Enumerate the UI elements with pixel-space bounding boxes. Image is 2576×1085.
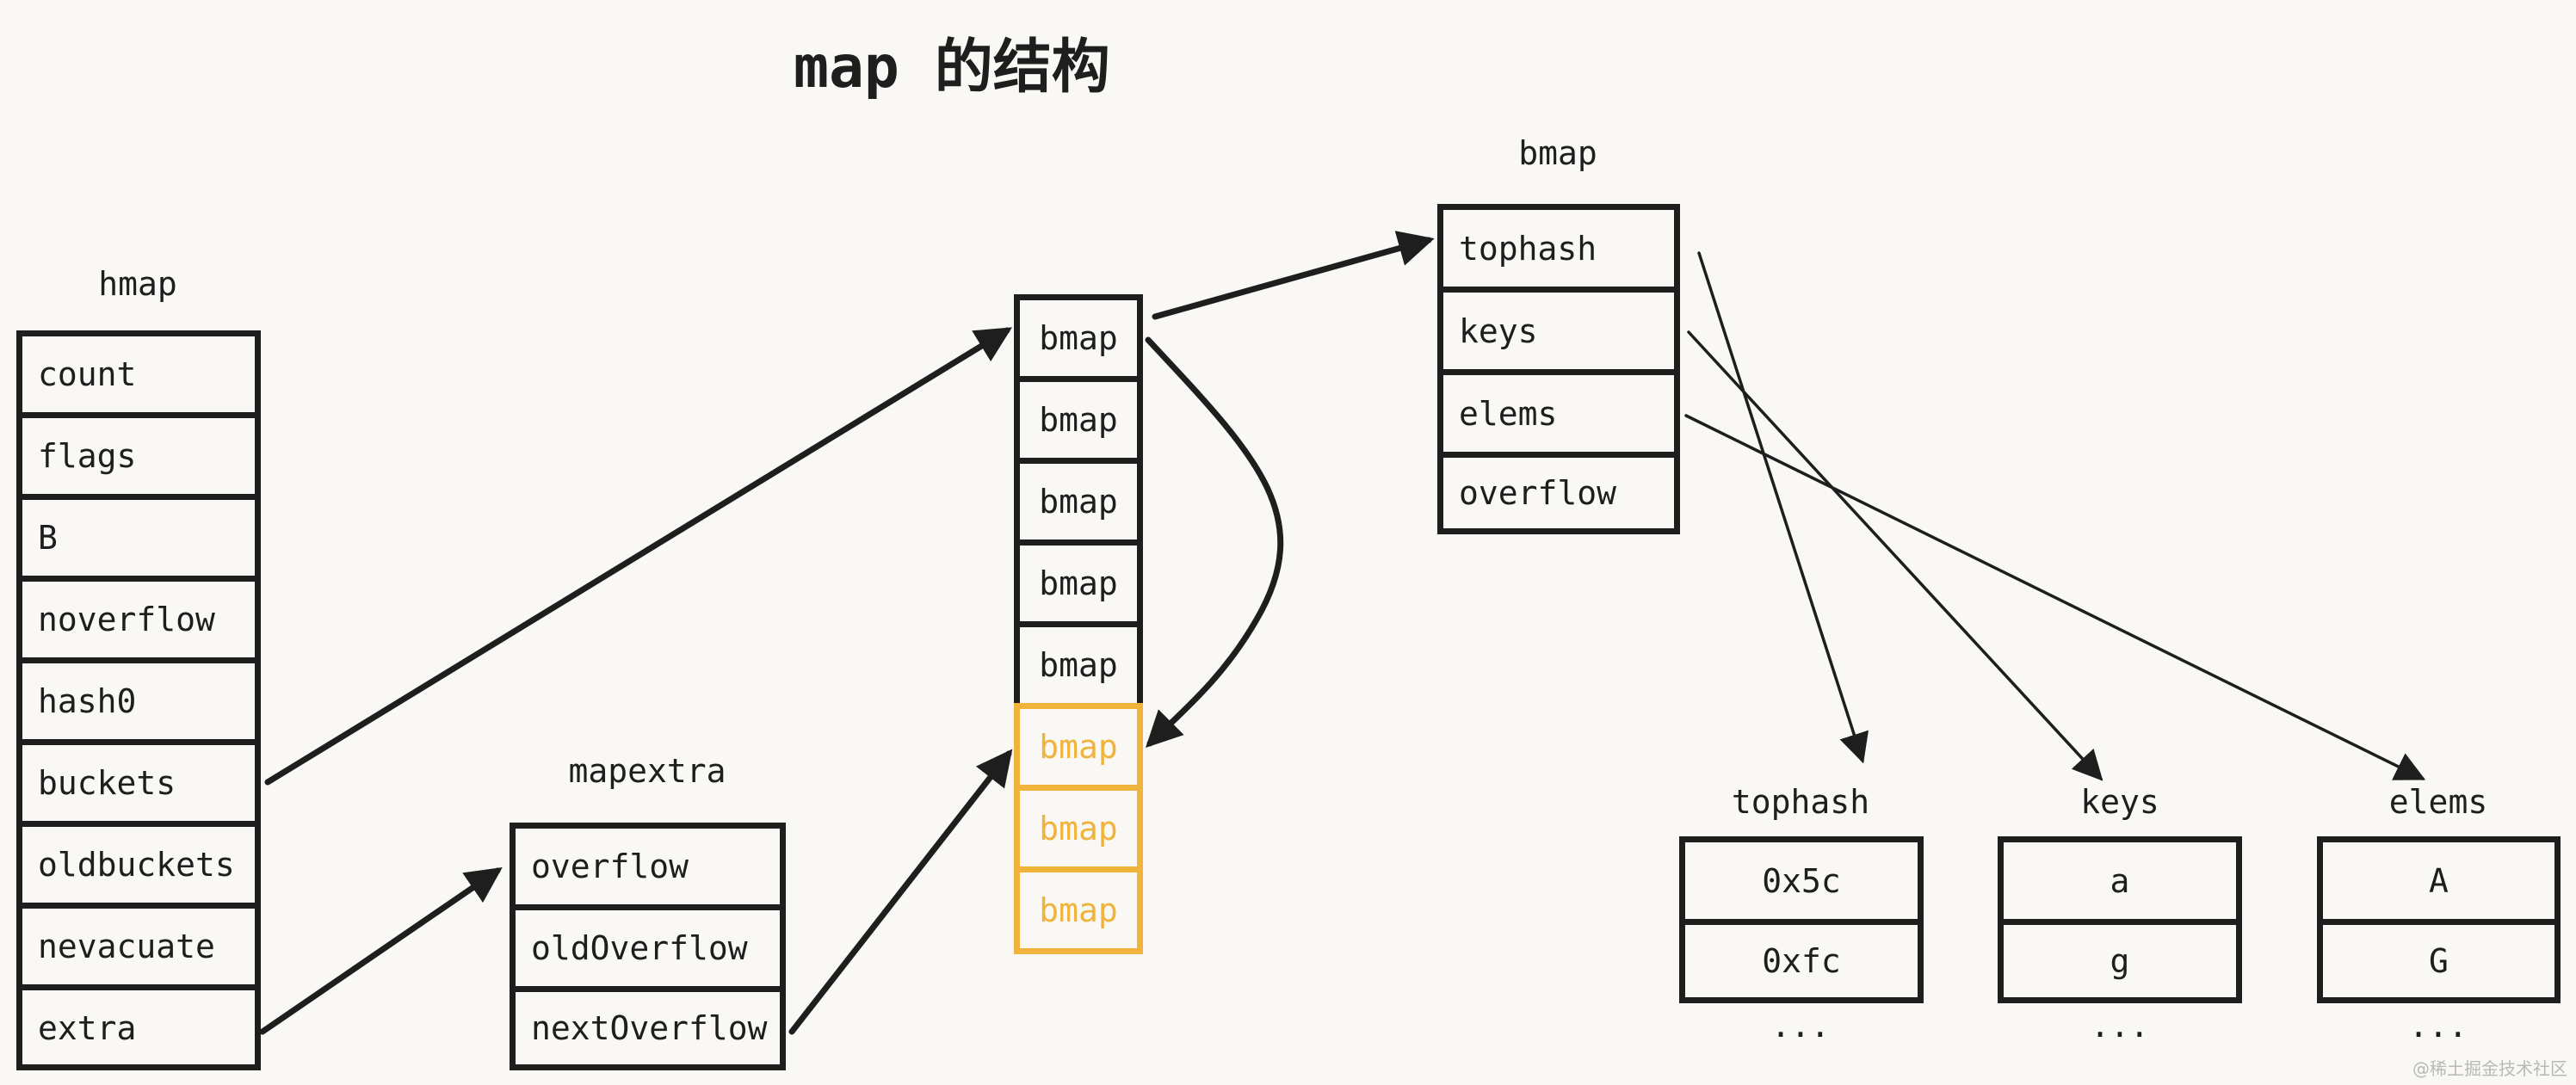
hmap-field-hash0: hash0 (22, 663, 255, 745)
arrow-nextoverflow-to-bucket (788, 749, 1013, 1035)
elems-value: G (2429, 942, 2449, 980)
bucket-cell-overflow: bmap (1014, 703, 1143, 791)
hmap-field-nevacuate: nevacuate (22, 909, 255, 990)
elems-more: ... (2408, 1007, 2468, 1045)
tophash-more: ... (1770, 1007, 1831, 1045)
arrow-elems-to-array (1684, 414, 2426, 780)
hmap-field-flags: flags (22, 418, 255, 500)
mapextra-field-nextoverflow: nextOverflow (531, 1009, 768, 1047)
bucket-cell: bmap (1014, 621, 1143, 709)
tophash-array: 0x5c 0xfc (1679, 836, 1924, 1003)
hmap-field-extra: extra (38, 1009, 137, 1047)
hmap-struct: count flags B noverflow hash0 buckets ol… (16, 330, 261, 1070)
bmap-label: bmap (1518, 134, 1597, 172)
bmap-field-tophash: tophash (1443, 210, 1674, 293)
hmap-field-count: count (22, 336, 255, 418)
hmap-field-buckets: buckets (22, 745, 255, 827)
keys-array: a g (1998, 836, 2242, 1003)
bmap-field-overflow: overflow (1459, 474, 1617, 512)
bmap-struct: tophash keys elems overflow (1437, 204, 1680, 534)
arrow-overflow-chain (1145, 336, 1284, 748)
hmap-label: hmap (98, 265, 177, 303)
bmap-field-keys: keys (1443, 293, 1674, 375)
bucket-cell: bmap (1014, 294, 1143, 382)
tophash-value: 0xfc (1762, 942, 1841, 980)
keys-value: a (2004, 842, 2236, 925)
watermark: @稀土掘金技术社区 (2412, 1058, 2567, 1079)
hmap-field-oldbuckets: oldbuckets (22, 827, 255, 909)
elems-array-label: elems (2388, 783, 2488, 821)
mapextra-field-oldoverflow: oldOverflow (516, 910, 780, 992)
keys-array-label: keys (2080, 783, 2159, 821)
mapextra-label: mapextra (568, 752, 726, 790)
arrow-buckets-to-bmap-array (264, 327, 1012, 786)
mapextra-struct: overflow oldOverflow nextOverflow (510, 823, 786, 1070)
keys-value: g (2110, 942, 2130, 980)
bucket-cell: bmap (1014, 539, 1143, 627)
hmap-field-noverflow: noverflow (22, 582, 255, 663)
hmap-field-b: B (22, 500, 255, 582)
elems-array: A G (2317, 836, 2561, 1003)
arrow-tophash-to-array (1697, 251, 1869, 764)
bucket-cell-overflow: bmap (1014, 785, 1143, 872)
bucket-cell-overflow: bmap (1014, 866, 1143, 954)
diagram-title: map 的结构 (794, 34, 1110, 102)
bucket-cell: bmap (1014, 376, 1143, 464)
elems-value: A (2323, 842, 2554, 925)
buckets-array: bmap bmap bmap bmap bmap bmap bmap bmap (1014, 294, 1143, 954)
arrow-keys-to-array (1687, 330, 2103, 781)
tophash-value: 0x5c (1685, 842, 1918, 925)
bucket-cell: bmap (1014, 458, 1143, 546)
arrow-extra-to-mapextra (259, 867, 503, 1035)
mapextra-field-overflow: overflow (516, 829, 780, 910)
bmap-field-elems: elems (1443, 375, 1674, 458)
arrow-bucket-to-bmap-struct (1152, 231, 1435, 320)
tophash-array-label: tophash (1731, 783, 1870, 821)
keys-more: ... (2090, 1007, 2150, 1045)
